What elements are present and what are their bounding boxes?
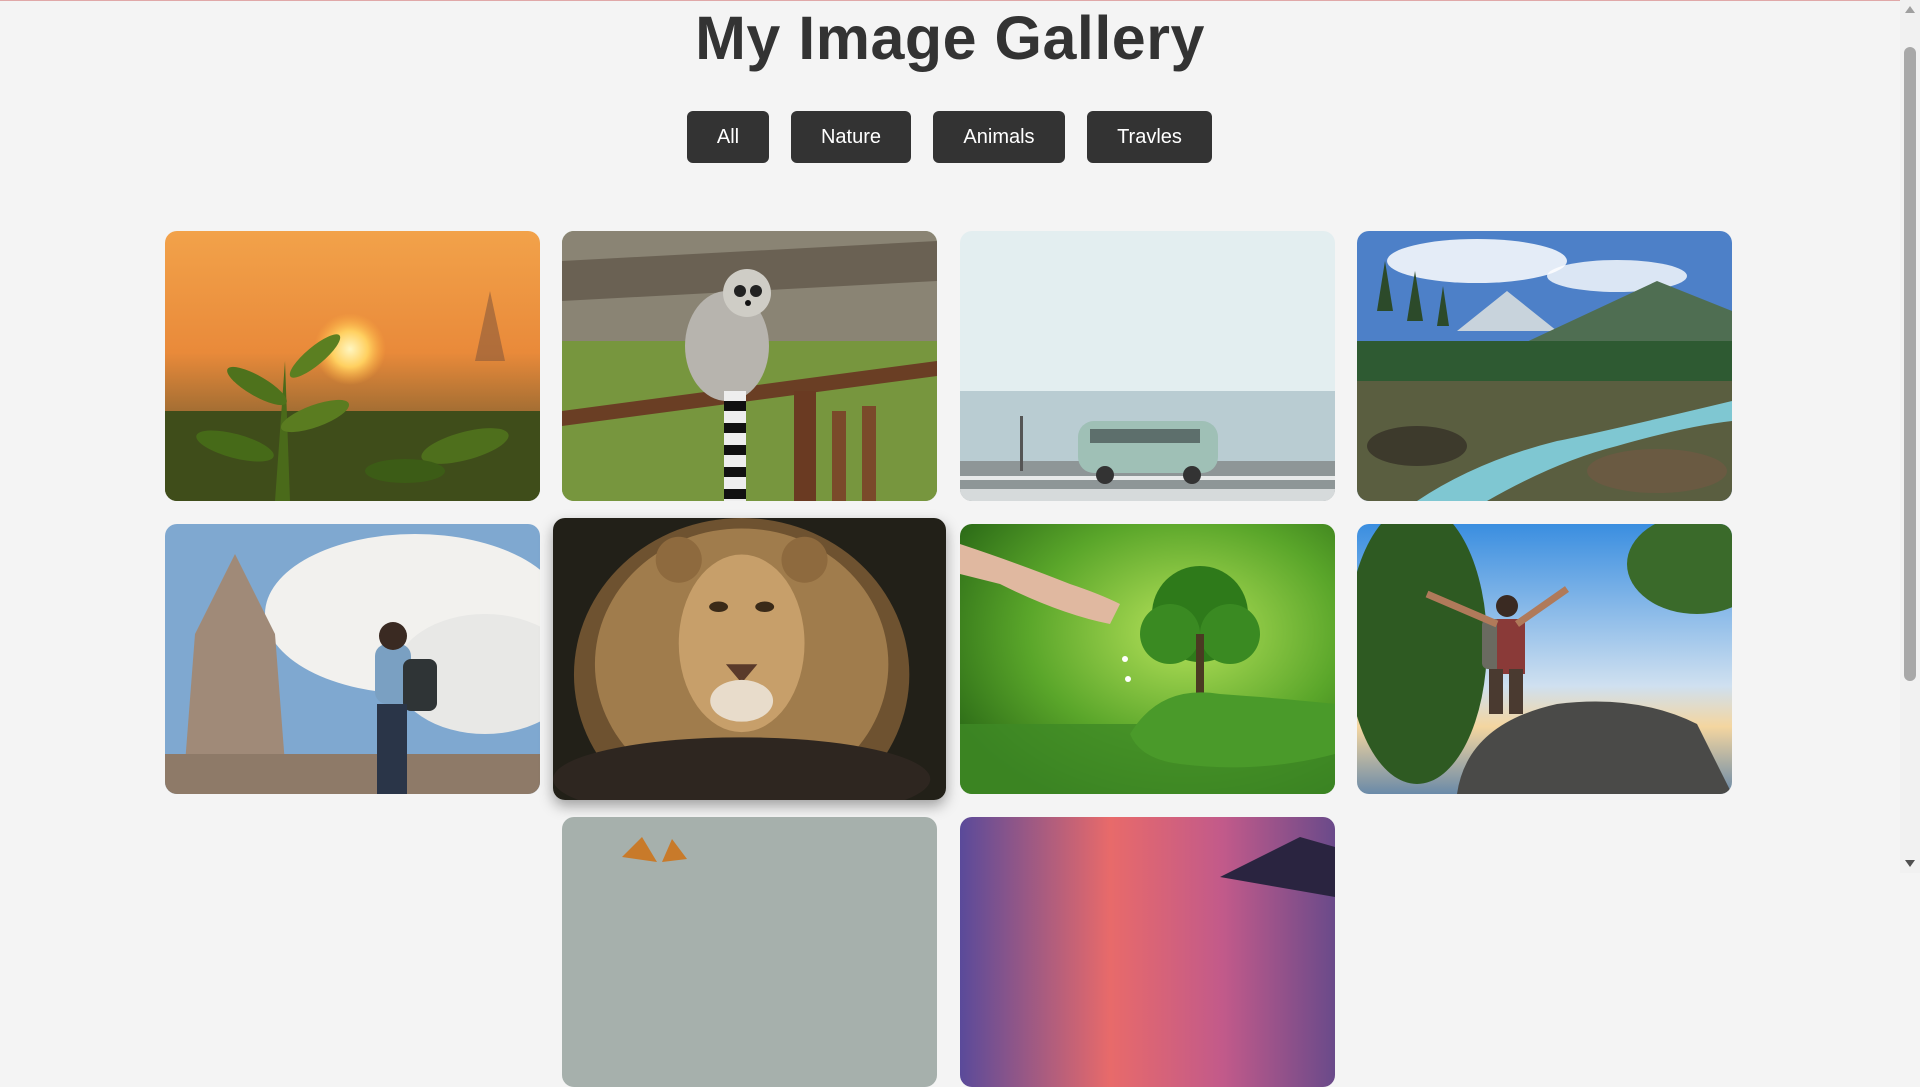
temple-traveler-image xyxy=(165,524,540,794)
filter-bar: All Nature Animals Travles xyxy=(687,111,1212,163)
gallery-item-lemur[interactable] xyxy=(562,231,937,501)
gallery-item-lion[interactable] xyxy=(553,518,946,800)
gallery-item-fox[interactable] xyxy=(562,817,937,1087)
filter-animals-button[interactable]: Animals xyxy=(933,111,1065,163)
mountain-river-image xyxy=(1357,231,1732,501)
gallery-item-mountain-river[interactable] xyxy=(1357,231,1732,501)
sunset-tea-plant-image xyxy=(165,231,540,501)
gallery-item-hiker[interactable] xyxy=(1357,524,1732,794)
scrollbar-thumb[interactable] xyxy=(1904,47,1916,681)
van-by-sea-image xyxy=(960,231,1335,501)
gallery-item-van[interactable] xyxy=(960,231,1335,501)
page-title: My Image Gallery xyxy=(695,4,1205,72)
hiker-on-rock-image xyxy=(1357,524,1732,794)
filter-travels-button[interactable]: Travles xyxy=(1087,111,1212,163)
fox-image xyxy=(562,817,937,1087)
scroll-down-icon[interactable] xyxy=(1905,860,1915,867)
gallery-item-temple-traveler[interactable] xyxy=(165,524,540,794)
gallery-item-tree-hand[interactable] xyxy=(960,524,1335,794)
gallery-item-sunset-plant[interactable] xyxy=(165,231,540,501)
lion-image xyxy=(553,518,946,800)
scroll-up-icon[interactable] xyxy=(1905,6,1915,13)
gallery-item-sunset-mountains[interactable] xyxy=(960,817,1335,1087)
filter-all-button[interactable]: All xyxy=(687,111,769,163)
sunset-mountains-image xyxy=(960,817,1335,1087)
vertical-scrollbar[interactable] xyxy=(1900,0,1920,873)
tree-in-hand-image xyxy=(960,524,1335,794)
filter-nature-button[interactable]: Nature xyxy=(791,111,911,163)
lemur-image xyxy=(562,231,937,501)
page: My Image Gallery All Nature Animals Trav… xyxy=(0,0,1900,1087)
